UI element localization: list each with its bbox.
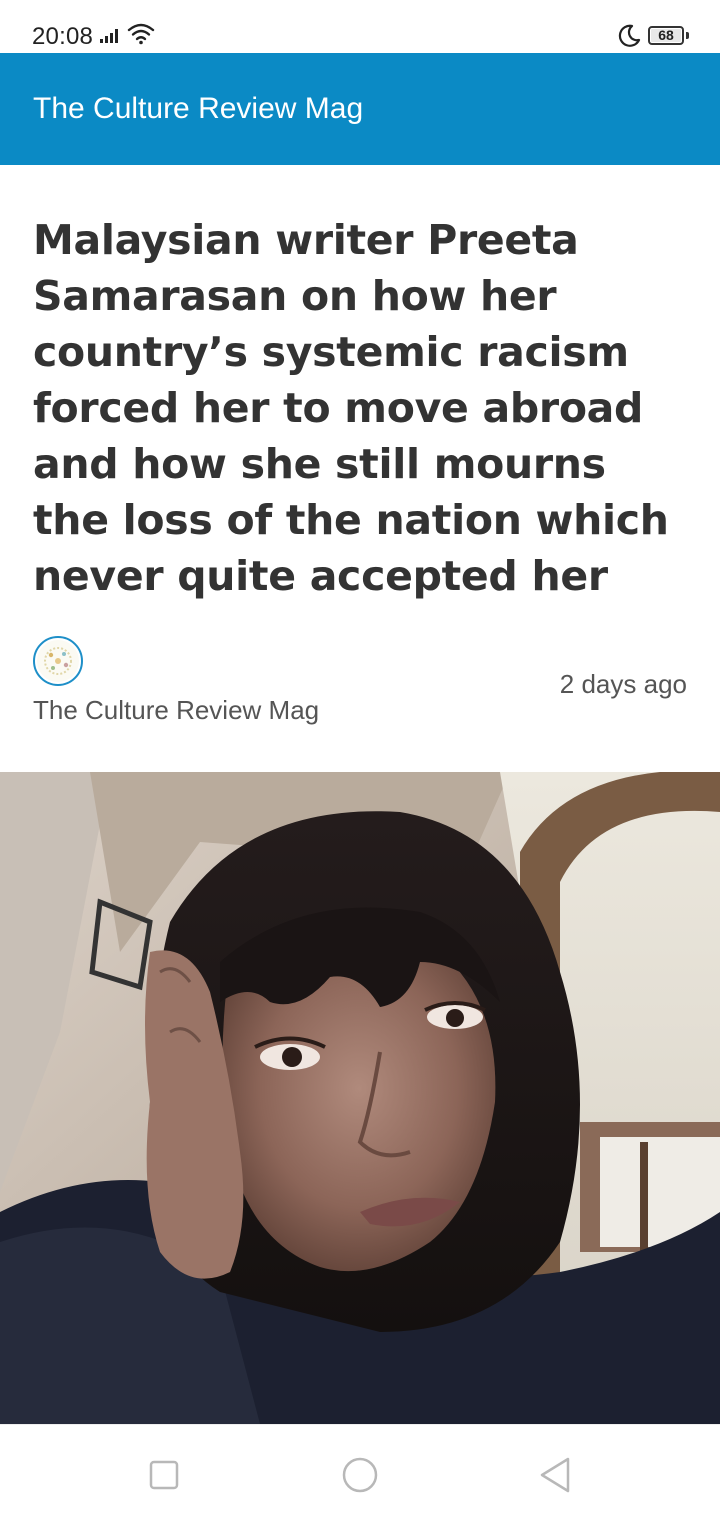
status-bar: 20:08 68 xyxy=(0,0,720,53)
author-name[interactable]: The Culture Review Mag xyxy=(33,694,319,726)
back-icon[interactable] xyxy=(530,1449,582,1501)
battery-icon: 68 xyxy=(648,26,684,45)
wifi-icon xyxy=(127,23,155,45)
moon-icon xyxy=(618,24,641,47)
article-headline: Malaysian writer Preeta Samarasan on how… xyxy=(33,216,669,600)
portrait-photo xyxy=(0,772,720,1424)
avatar-logo-icon xyxy=(37,640,79,682)
signal-icon xyxy=(100,29,118,43)
battery-percent: 68 xyxy=(658,27,674,43)
author-avatar[interactable] xyxy=(33,636,83,686)
article-hero-image[interactable] xyxy=(0,772,720,1424)
app-bar: The Culture Review Mag xyxy=(0,53,720,165)
app-bar-title[interactable]: The Culture Review Mag xyxy=(33,91,363,127)
status-time: 20:08 xyxy=(32,23,94,50)
recent-apps-icon[interactable] xyxy=(138,1449,190,1501)
screen: 20:08 68 The Culture Review Mag Malaysia… xyxy=(0,0,720,1520)
battery-cap xyxy=(686,32,689,39)
system-nav-bar xyxy=(0,1424,720,1520)
home-icon[interactable] xyxy=(334,1449,386,1501)
publish-time: 2 days ago xyxy=(559,669,687,699)
